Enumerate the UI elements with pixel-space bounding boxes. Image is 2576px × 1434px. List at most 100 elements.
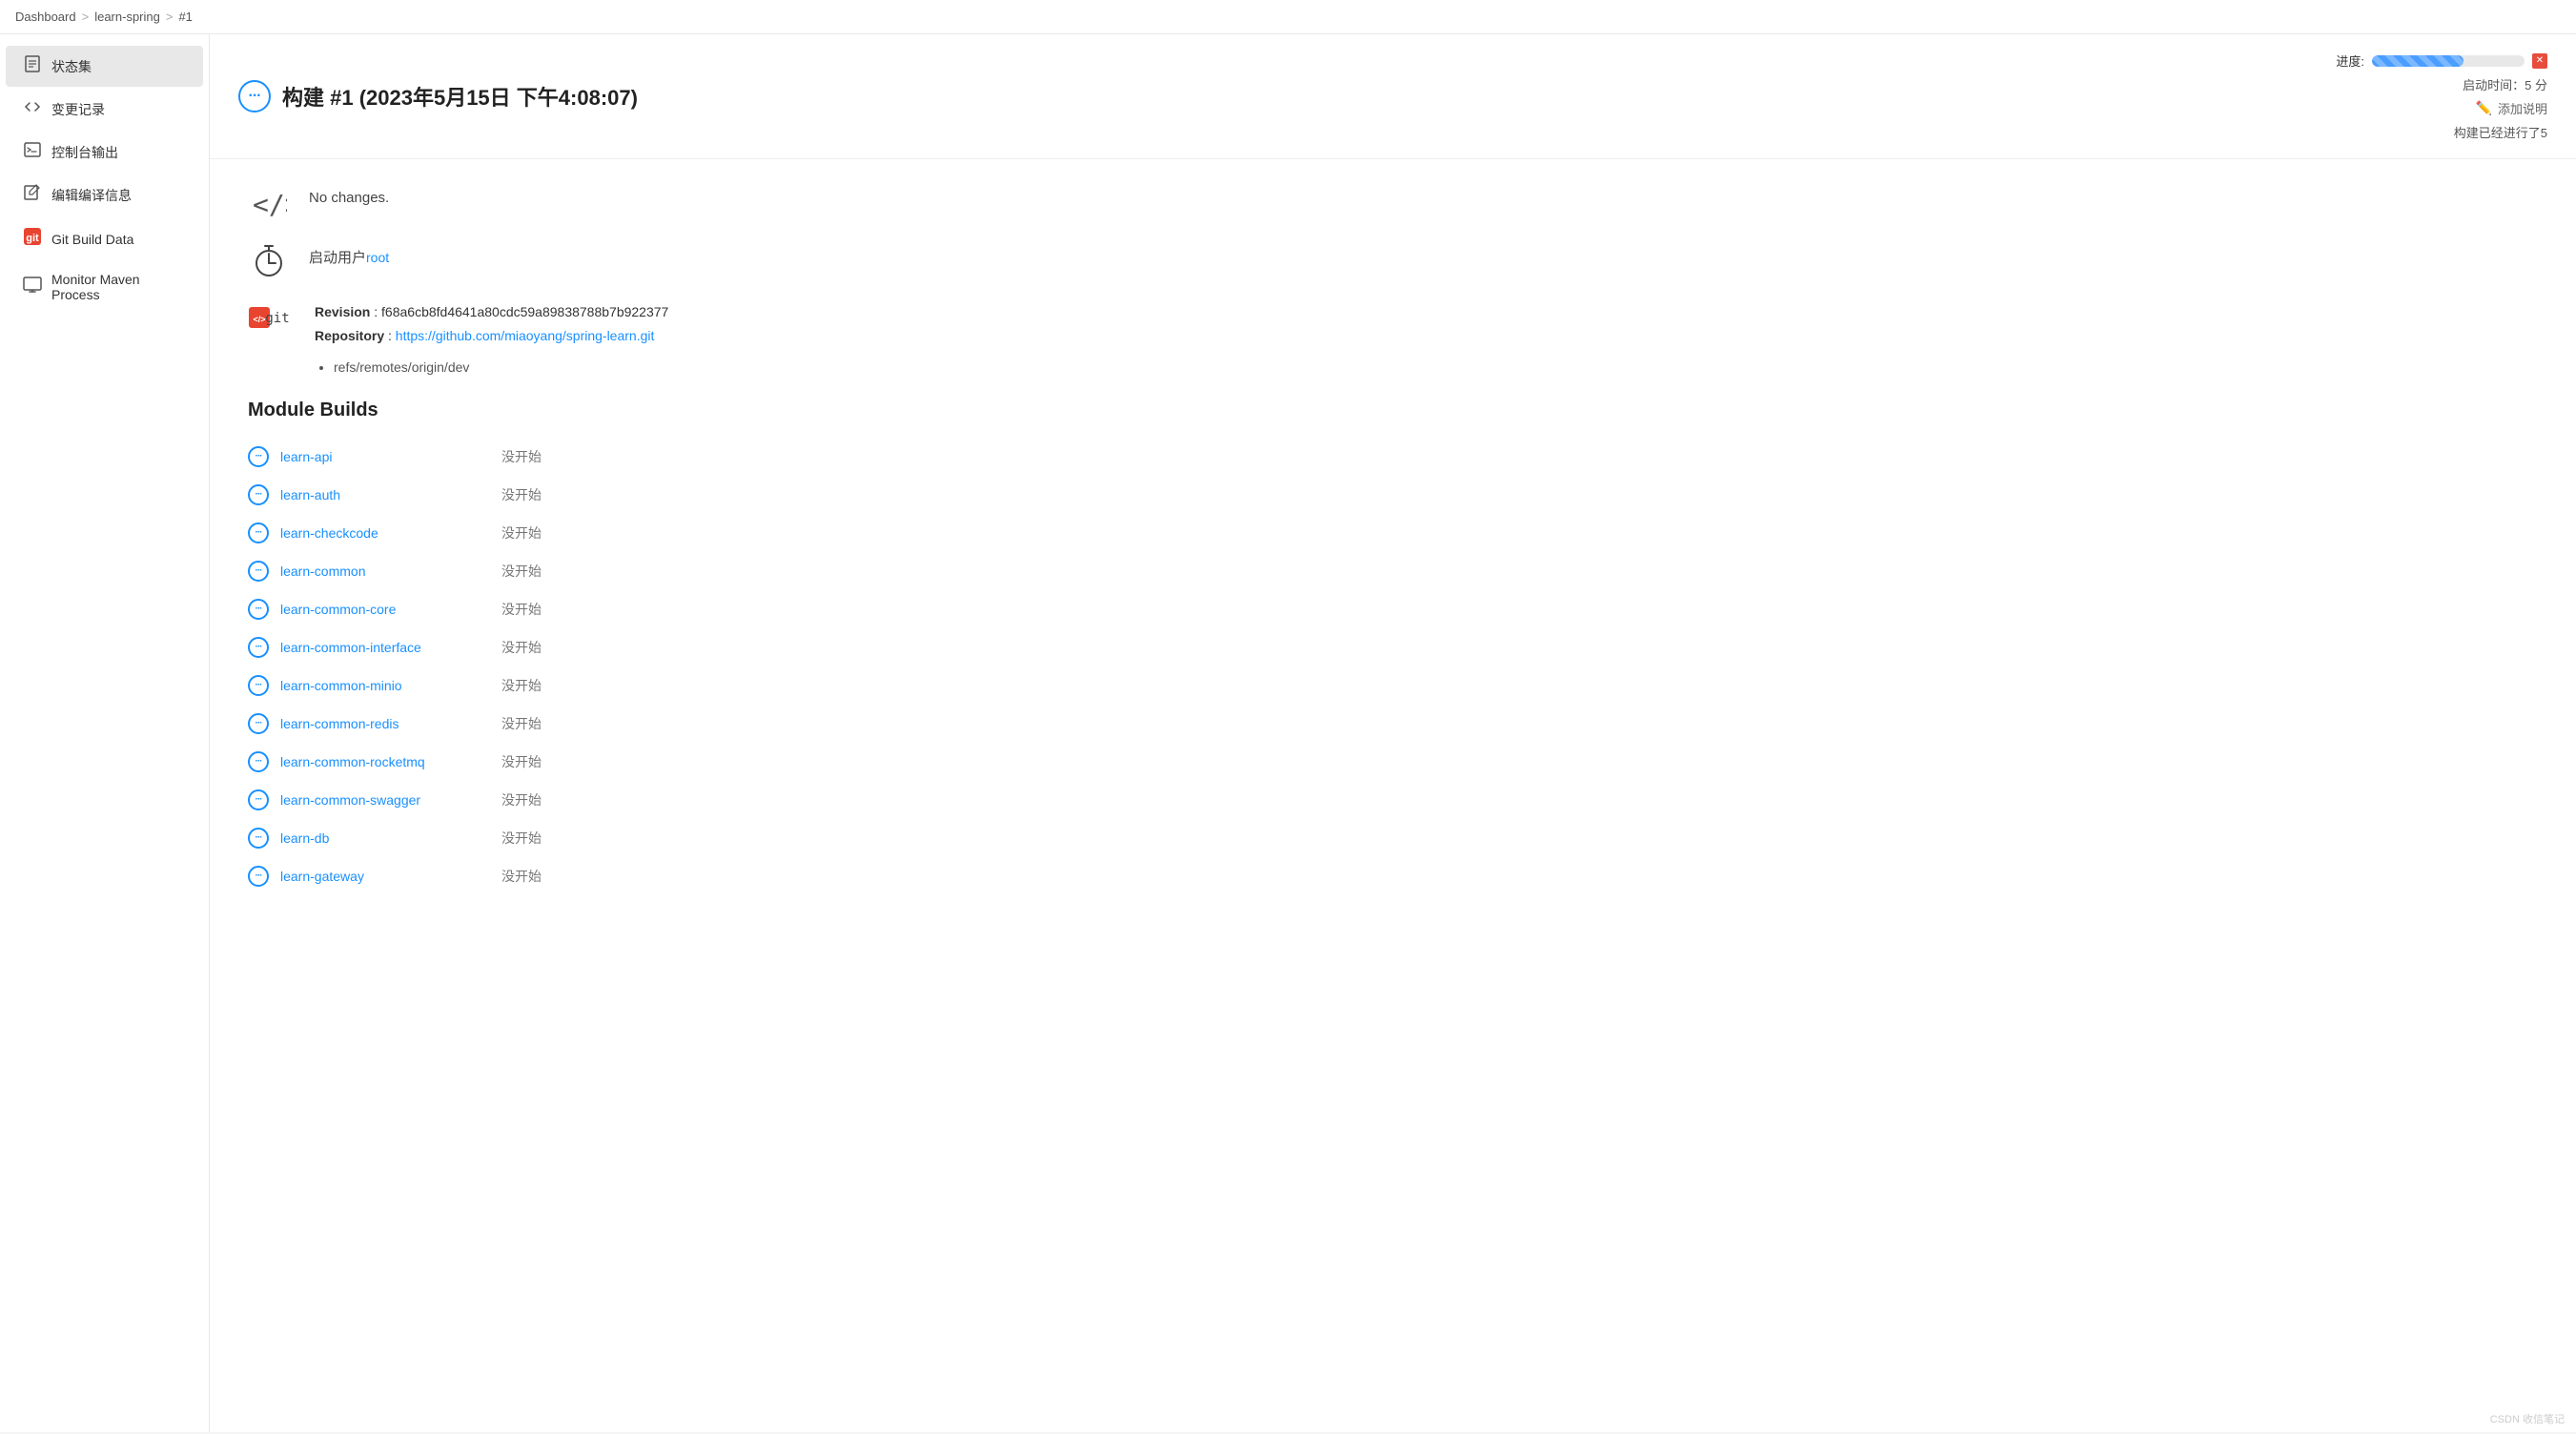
breadcrumb-sep-1: > [82,10,90,24]
started-by-prefix: 启动用户 [309,250,366,266]
repository-colon: : [388,328,396,343]
svg-text:</>: </> [253,315,265,324]
module-status-text: 没开始 [501,485,542,504]
module-item: ··· learn-common 没开始 [248,553,2538,589]
git-info-section: </> git Revision : f68a6cb8fd4641a80cdc5… [248,297,2538,380]
progress-bar [2372,55,2525,67]
module-item: ··· learn-checkcode 没开始 [248,515,2538,551]
git-revision-line: Revision : f68a6cb8fd4641a80cdc59a898387… [315,300,668,324]
module-name-link[interactable]: learn-auth [280,487,490,502]
repository-label: Repository [315,328,384,343]
progress-bar-fill [2372,55,2464,67]
code-icon [23,98,42,120]
code-changes-icon: </> [248,182,290,224]
module-name-link[interactable]: learn-common-swagger [280,792,490,808]
module-status-dot: ··· [248,751,269,772]
sidebar-item-changes[interactable]: 变更记录 [6,89,203,130]
running-info: 构建已经进行了5 [2454,123,2547,141]
sidebar-item-git-label: Git Build Data [51,232,133,247]
breadcrumb-project[interactable]: learn-spring [94,10,160,24]
module-status-dot: ··· [248,675,269,696]
refs-item: refs/remotes/origin/dev [334,356,668,379]
sidebar-item-compile[interactable]: 编辑编译信息 [6,174,203,215]
module-status-text: 没开始 [501,829,542,848]
module-item: ··· learn-common-interface 没开始 [248,629,2538,666]
module-status-text: 没开始 [501,523,542,543]
module-name-link[interactable]: learn-checkcode [280,525,490,541]
started-by-content: 启动用户root [309,239,389,267]
module-status-dot: ··· [248,446,269,467]
git-repository-line: Repository : https://github.com/miaoyang… [315,324,668,348]
repository-url-link[interactable]: https://github.com/miaoyang/spring-learn… [396,328,655,343]
module-name-link[interactable]: learn-common-interface [280,640,490,655]
start-time-label: 启动时间：5 分 [2463,78,2547,92]
module-status-dot: ··· [248,522,269,543]
sidebar-item-monitor[interactable]: Monitor Maven Process [6,262,203,312]
git-logo-icon: </> git [248,297,296,344]
module-status-dot: ··· [248,828,269,849]
started-by-user-link[interactable]: root [366,250,389,265]
sidebar-item-console-label: 控制台输出 [51,143,118,162]
module-name-link[interactable]: learn-common-rocketmq [280,754,490,769]
sidebar-item-git[interactable]: git Git Build Data [6,217,203,260]
module-item: ··· learn-db 没开始 [248,820,2538,856]
build-title-area: ··· 构建 #1 (2023年5月15日 下午4:08:07) [238,80,638,113]
module-builds-section: Module Builds ··· learn-api 没开始 ··· lear… [248,399,2538,894]
start-time-info: 启动时间：5 分 [2463,75,2547,93]
monitor-icon [23,276,42,299]
edit-icon [23,184,42,206]
module-name-link[interactable]: learn-common-core [280,602,490,617]
module-status-text: 没开始 [501,714,542,733]
breadcrumb-current: #1 [178,10,192,24]
build-meta: 进度: ✕ 启动时间：5 分 ✏️ 添加说明 构建已经进行了5 [2336,51,2547,141]
build-body: </> No changes. [210,159,2576,917]
module-name-link[interactable]: learn-common [280,563,490,579]
module-name-link[interactable]: learn-db [280,830,490,846]
module-status-text: 没开始 [501,752,542,771]
module-status-text: 没开始 [501,676,542,695]
module-item: ··· learn-api 没开始 [248,439,2538,475]
module-name-link[interactable]: learn-api [280,449,490,464]
module-name-link[interactable]: learn-common-redis [280,716,490,731]
progress-label: 进度: [2336,51,2364,70]
timer-icon [248,239,290,281]
sidebar-item-console[interactable]: 控制台输出 [6,132,203,173]
svg-text:git: git [26,233,39,244]
breadcrumb-sep-2: > [166,10,174,24]
module-status-text: 没开始 [501,867,542,886]
module-item: ··· learn-common-minio 没开始 [248,667,2538,704]
module-name-link[interactable]: learn-gateway [280,869,490,884]
module-status-text: 没开始 [501,600,542,619]
git-build-icon: git [23,227,42,251]
module-builds-title: Module Builds [248,399,2538,421]
no-changes-text: No changes. [309,190,389,206]
sidebar-item-changes-label: 变更记录 [51,100,105,119]
module-status-dot: ··· [248,484,269,505]
git-details: Revision : f68a6cb8fd4641a80cdc59a898387… [315,297,668,380]
sidebar-item-compile-label: 编辑编译信息 [51,186,132,205]
breadcrumb-dashboard[interactable]: Dashboard [15,10,76,24]
main-content: ··· 构建 #1 (2023年5月15日 下午4:08:07) 进度: ✕ 启… [210,34,2576,1432]
sidebar-item-status[interactable]: 状态集 [6,46,203,87]
build-status-icon: ··· [238,80,271,113]
module-status-dot: ··· [248,866,269,887]
module-status-dot: ··· [248,713,269,734]
module-status-text: 没开始 [501,790,542,809]
module-status-text: 没开始 [501,447,542,466]
module-name-link[interactable]: learn-common-minio [280,678,490,693]
svg-text:</>: </> [253,189,287,220]
running-label: 构建已经进行了5 [2454,126,2547,140]
module-item: ··· learn-common-swagger 没开始 [248,782,2538,818]
doc-icon [23,55,42,77]
refs-list: refs/remotes/origin/dev [315,356,668,379]
add-note-label: 添加说明 [2498,99,2547,117]
sidebar: 状态集 变更记录 控制台输出 [0,34,210,1432]
sidebar-item-monitor-label: Monitor Maven Process [51,272,186,302]
module-list: ··· learn-api 没开始 ··· learn-auth 没开始 ···… [248,439,2538,894]
module-status-dot: ··· [248,561,269,582]
breadcrumb: Dashboard > learn-spring > #1 [0,0,2576,34]
add-note-row[interactable]: ✏️ 添加说明 [2476,99,2547,117]
sidebar-item-status-label: 状态集 [51,57,92,76]
stop-build-button[interactable]: ✕ [2532,53,2547,69]
started-by-section: 启动用户root [248,239,2538,281]
